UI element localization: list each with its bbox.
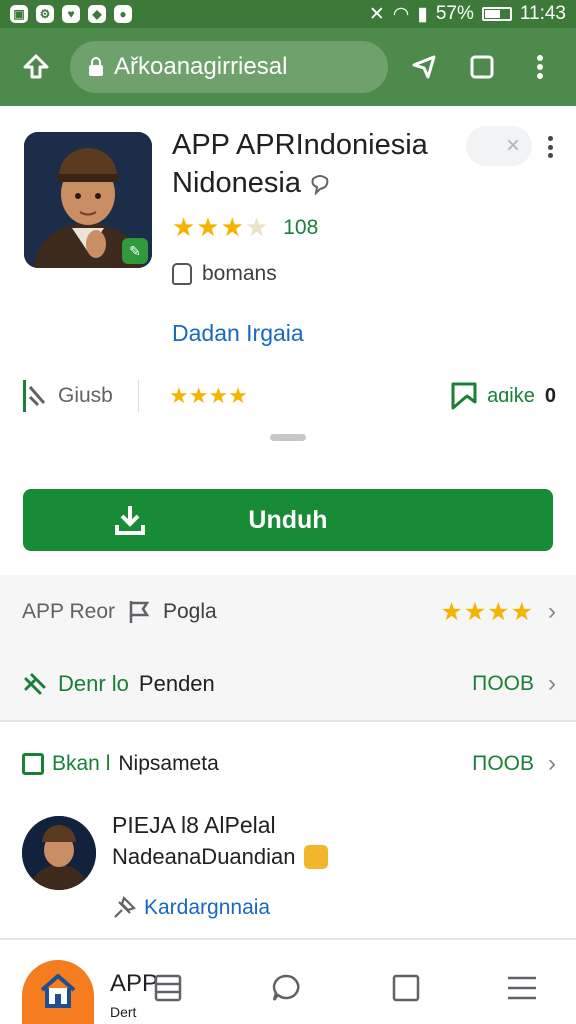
chevron-right-icon: › bbox=[548, 670, 556, 697]
rating-count: 108 bbox=[283, 215, 319, 239]
bottom-nav-label: APP bbox=[110, 970, 159, 997]
drag-handle[interactable] bbox=[270, 434, 306, 441]
reviews-row-label: APP Reor bbox=[22, 600, 115, 623]
share-button[interactable] bbox=[404, 47, 444, 87]
developer-link[interactable]: Dadan Irgaia bbox=[172, 320, 304, 347]
download-icon bbox=[115, 506, 145, 535]
divider bbox=[0, 938, 576, 940]
strip-category-label: Giusb bbox=[58, 384, 113, 407]
address-bar[interactable]: Ařkoanagirriesal bbox=[70, 41, 388, 93]
gallery-icon: ▣ bbox=[10, 5, 28, 23]
more-vert-icon bbox=[537, 55, 543, 79]
battery-icon bbox=[481, 7, 512, 21]
strip-downloads-label: aɑike bbox=[487, 384, 535, 407]
status-bar: ▣ ⚙ ♥ ◆ ● ✕ ◠ ▮ 57% 11:43 bbox=[0, 0, 576, 28]
menu-button[interactable] bbox=[520, 47, 560, 87]
install-button[interactable]: Unduh bbox=[23, 489, 553, 551]
bookmark-flag-icon bbox=[129, 601, 150, 623]
menu-icon[interactable] bbox=[506, 972, 538, 1004]
notification-icons: ▣ ⚙ ♥ ◆ ● bbox=[10, 5, 132, 23]
review-link-label: Kardargnnaia bbox=[144, 896, 271, 919]
chat-icon[interactable] bbox=[270, 972, 302, 1004]
strip-stars: ★★★★ bbox=[169, 383, 248, 408]
url-text: Ařkoanagirriesal bbox=[114, 53, 288, 80]
app-title: APP APRIndoniesia Nidonesia bbox=[172, 126, 462, 202]
size-row[interactable]: Denr lo Penden ΠOOB › bbox=[22, 664, 556, 704]
status-indicators: ✕ ◠ ▮ 57% 11:43 bbox=[369, 3, 566, 26]
lock-icon bbox=[89, 57, 103, 76]
overflow-menu-icon[interactable] bbox=[542, 132, 558, 162]
arrow-up-icon bbox=[23, 54, 49, 79]
tabs-icon bbox=[470, 55, 494, 79]
edit-badge-icon: ✎ bbox=[122, 238, 148, 264]
share-icon bbox=[412, 55, 436, 79]
verified-icon bbox=[311, 175, 329, 196]
dismiss-chip[interactable]: × bbox=[466, 126, 532, 166]
home-up-button[interactable] bbox=[16, 47, 56, 87]
shield-notif-icon: ◆ bbox=[88, 5, 106, 23]
size-row-value: ΠOOB bbox=[472, 672, 534, 695]
review-text-content: NadeanaDuandian bbox=[112, 844, 296, 869]
trophy-icon bbox=[303, 845, 328, 869]
square-nav-icon[interactable] bbox=[390, 972, 422, 1004]
reviews-row-stars: ★★★★ bbox=[440, 598, 534, 626]
reviews-row-sub: Pogla bbox=[163, 600, 217, 623]
bag-icon bbox=[172, 263, 192, 285]
messenger-icon: ♥ bbox=[62, 5, 80, 23]
list-icon[interactable] bbox=[152, 972, 184, 1004]
strip-category[interactable]: Giusb bbox=[22, 379, 138, 413]
strip-downloads[interactable]: aɑike 0 bbox=[451, 382, 556, 410]
size-row-label: Denr lo bbox=[58, 671, 129, 696]
developer-row: bomans bbox=[172, 262, 277, 286]
browser-toolbar: Ařkoanagirriesal bbox=[0, 28, 576, 106]
settings-notif-icon: ⚙ bbox=[36, 5, 54, 23]
app-title-line2: Nidonesia bbox=[172, 167, 301, 199]
info-row-label-dark: Nipsameta bbox=[118, 752, 219, 775]
close-icon: × bbox=[505, 132, 520, 159]
info-strip: Giusb ★★★★ aɑike 0 bbox=[22, 374, 556, 418]
reviews-row[interactable]: APP Reor Pogla ★★★★ › bbox=[22, 592, 556, 632]
flag-icon bbox=[451, 382, 477, 410]
link-icon bbox=[24, 673, 46, 695]
reviewer-name: PIEJA l8 AlPelal bbox=[112, 812, 276, 838]
signal-icon: ▮ bbox=[417, 3, 428, 25]
square-icon bbox=[22, 753, 44, 775]
review-link[interactable]: Kardargnnaia bbox=[112, 896, 270, 920]
info-row-label: Bkan l bbox=[52, 752, 111, 775]
review-text: NadeanaDuandian bbox=[112, 844, 328, 870]
info-row[interactable]: Bkan l Nipsameta ΠOOB › bbox=[22, 744, 556, 784]
wifi-icon: ◠ bbox=[392, 3, 410, 25]
pin-icon bbox=[114, 896, 136, 918]
avatar[interactable] bbox=[22, 816, 96, 890]
home-icon bbox=[40, 974, 76, 1008]
clock: 11:43 bbox=[519, 3, 566, 24]
developer-name: bomans bbox=[202, 262, 277, 285]
chevron-right-icon: › bbox=[548, 598, 556, 625]
divider bbox=[0, 720, 576, 722]
rating-row: ★★★★ 108 bbox=[172, 212, 318, 243]
app-icon[interactable]: ✎ bbox=[24, 132, 152, 268]
battery-percent: 57% bbox=[435, 3, 474, 24]
strip-downloads-value: 0 bbox=[544, 384, 556, 407]
rating-stars: ★★★★ bbox=[172, 212, 270, 242]
app-title-line1: APP APRIndoniesia bbox=[172, 129, 428, 161]
chevron-right-icon: › bbox=[548, 750, 556, 777]
size-row-label-dark: Penden bbox=[138, 671, 215, 696]
strip-divider bbox=[138, 380, 139, 412]
bottom-nav-sub: Dert bbox=[110, 1004, 137, 1020]
home-button[interactable] bbox=[22, 960, 94, 1024]
info-row-value: ΠOOB bbox=[472, 752, 534, 775]
tabs-button[interactable] bbox=[462, 47, 502, 87]
avatar-portrait bbox=[22, 816, 96, 890]
category-icon bbox=[23, 380, 46, 412]
install-label: Unduh bbox=[248, 505, 328, 534]
bluetooth-off-icon: ✕ bbox=[368, 3, 385, 25]
maps-notif-icon: ● bbox=[114, 5, 132, 23]
